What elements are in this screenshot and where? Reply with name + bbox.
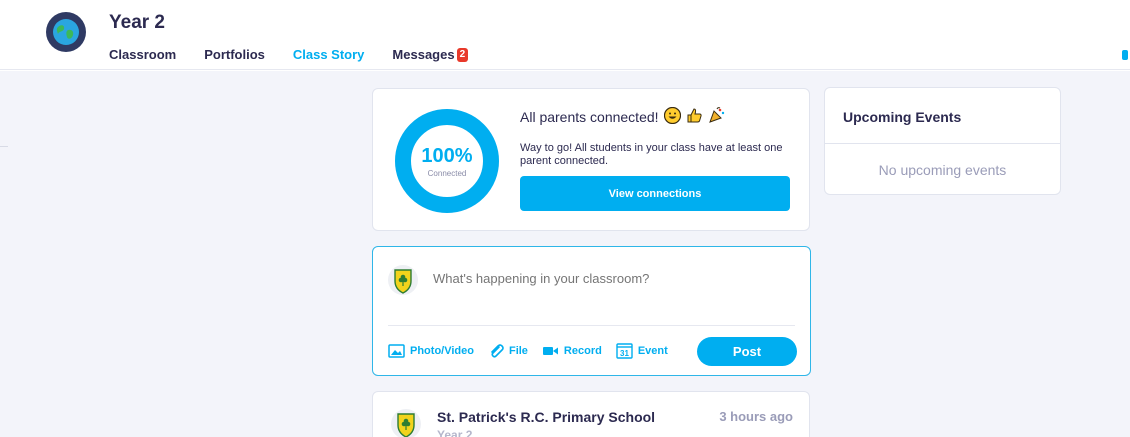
parent-connections-card: 100% Connected All parents connected! Wa… — [372, 88, 810, 231]
messages-unread-badge: 2 — [456, 47, 469, 62]
post-composer-input[interactable] — [433, 271, 763, 286]
tab-messages[interactable]: Messages 2 — [392, 47, 469, 62]
view-connections-button[interactable]: View connections — [520, 176, 790, 211]
connections-percent-label: Connected — [427, 169, 467, 178]
post-composer-card: Photo/Video File Record 31 Event Post — [372, 246, 811, 376]
composer-actions: Photo/Video File Record 31 Event — [388, 342, 682, 359]
story-class-name: Year 2 — [437, 428, 473, 437]
record-button[interactable]: Record — [542, 345, 602, 357]
story-school-name[interactable]: St. Patrick's R.C. Primary School — [437, 409, 655, 425]
tab-messages-label: Messages — [392, 47, 455, 62]
upcoming-events-title: Upcoming Events — [843, 109, 962, 125]
thumbs-up-icon — [686, 107, 703, 127]
class-avatar-globe-icon[interactable] — [46, 12, 86, 52]
connections-percent: 100% — [421, 145, 473, 167]
edge-toggle-icon[interactable] — [1122, 50, 1128, 60]
event-button[interactable]: 31 Event — [616, 342, 668, 359]
party-popper-icon — [708, 107, 726, 127]
story-timestamp: 3 hours ago — [719, 409, 793, 424]
story-post-card: St. Patrick's R.C. Primary School Year 2… — [372, 391, 810, 437]
tab-portfolios[interactable]: Portfolios — [204, 47, 265, 62]
file-button[interactable]: File — [488, 343, 528, 359]
tab-class-story[interactable]: Class Story — [293, 47, 365, 62]
left-divider — [0, 146, 8, 147]
no-events-message: No upcoming events — [878, 162, 1007, 178]
photo-video-button[interactable]: Photo/Video — [388, 343, 474, 358]
event-label: Event — [637, 344, 668, 357]
connections-description: Way to go! All students in your class ha… — [520, 142, 783, 167]
grinning-face-icon — [663, 106, 681, 127]
paperclip-icon — [491, 343, 504, 358]
school-crest-icon — [391, 409, 421, 437]
calendar-icon: 31 — [616, 343, 633, 359]
post-button[interactable]: Post — [697, 337, 797, 366]
connections-title: All parents connected! — [520, 109, 659, 125]
class-title: Year 2 — [109, 12, 165, 33]
events-divider — [825, 143, 1060, 144]
connections-title-row: All parents connected! — [520, 106, 726, 127]
image-icon — [388, 343, 405, 358]
record-label: Record — [563, 344, 602, 357]
upcoming-events-card: Upcoming Events No upcoming events — [824, 87, 1061, 195]
school-crest-icon — [388, 265, 418, 295]
tab-classroom[interactable]: Classroom — [109, 47, 176, 62]
calendar-icon-day: 31 — [620, 349, 629, 358]
composer-divider — [388, 325, 795, 326]
top-header: Year 2 Classroom Portfolios Class Story … — [0, 0, 1130, 70]
nav-tabs: Classroom Portfolios Class Story Message… — [109, 47, 496, 62]
photo-video-label: Photo/Video — [410, 344, 474, 357]
video-camera-icon — [542, 346, 558, 355]
file-label: File — [508, 344, 528, 357]
